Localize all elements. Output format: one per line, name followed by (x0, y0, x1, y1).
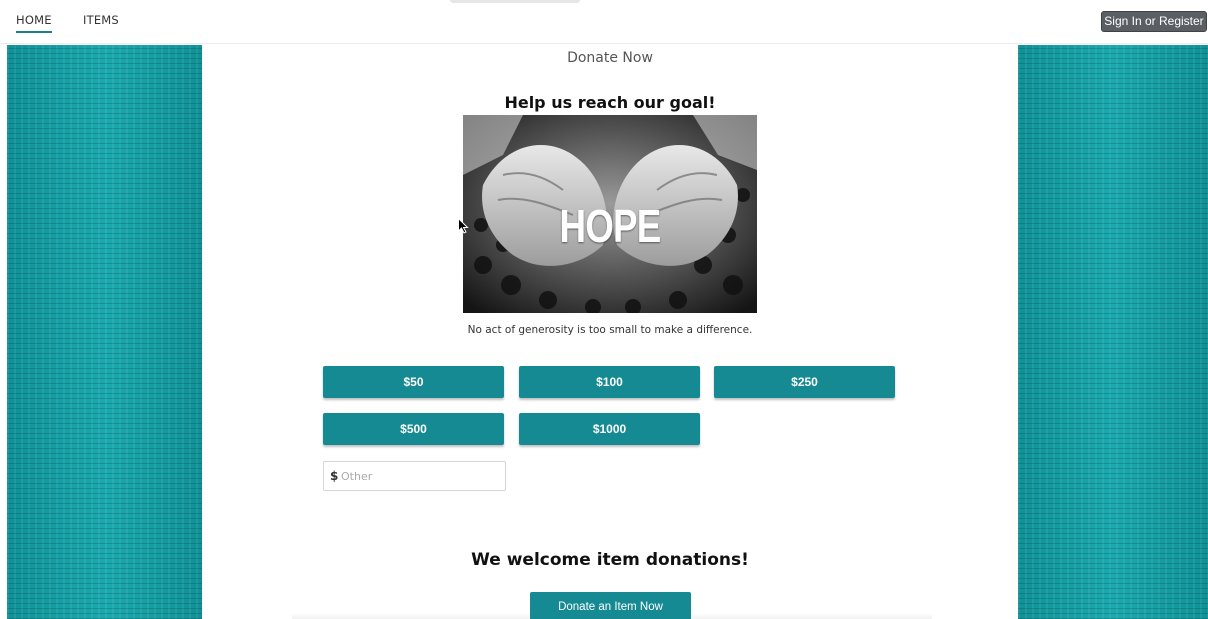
hope-image-text: HOPE (559, 200, 661, 252)
donate-100-button[interactable]: $100 (519, 366, 700, 398)
goal-heading: Help us reach our goal! (504, 93, 716, 112)
donate-500-button[interactable]: $500 (323, 413, 504, 445)
page-title: Donate Now (567, 50, 653, 66)
left-teal-panel (7, 45, 202, 619)
other-amount-input[interactable] (341, 465, 501, 487)
top-navigation: HOME ITEMS Sign In or Register (0, 0, 1208, 44)
sign-in-register-button[interactable]: Sign In or Register (1101, 11, 1207, 32)
donate-1000-button[interactable]: $1000 (519, 413, 700, 445)
generosity-caption: No act of generosity is too small to mak… (467, 324, 753, 336)
donate-item-button[interactable]: Donate an Item Now (530, 592, 691, 619)
hope-hands-image: HOPE (463, 115, 757, 313)
item-donations-heading: We welcome item donations! (471, 550, 749, 570)
donate-250-button[interactable]: $250 (714, 366, 895, 398)
right-teal-panel (1018, 45, 1208, 619)
top-edge-shadow (450, 0, 580, 3)
donation-content: Donate Now Help us reach our goal! HOPE … (202, 45, 1018, 619)
mouse-cursor-icon (458, 218, 469, 234)
nav-items[interactable]: ITEMS (83, 13, 119, 27)
other-amount-field: $ (323, 461, 506, 491)
dollar-sign: $ (330, 469, 339, 483)
donate-50-button[interactable]: $50 (323, 366, 504, 398)
nav-home[interactable]: HOME (16, 13, 52, 33)
